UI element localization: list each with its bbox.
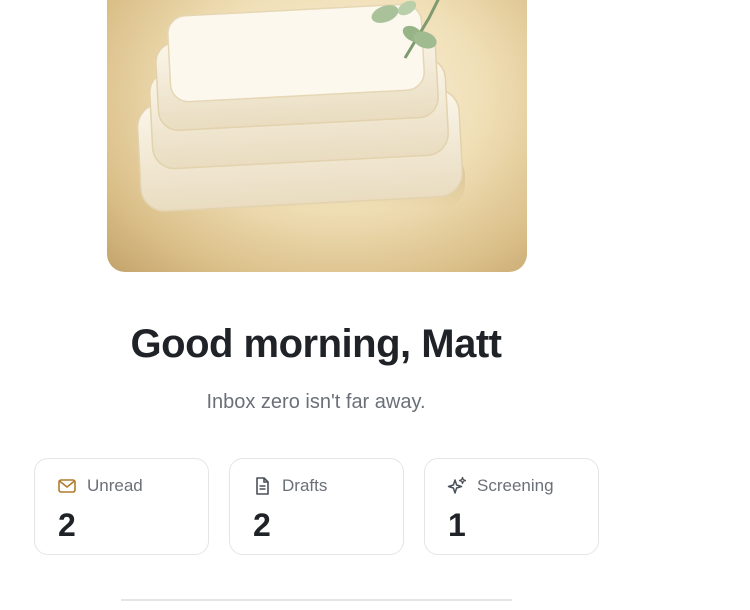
stat-card-drafts[interactable]: Drafts 2 (229, 458, 404, 555)
greeting-subtitle: Inbox zero isn't far away. (206, 391, 426, 413)
stat-count: 2 (253, 507, 271, 543)
stat-card-screening[interactable]: Screening 1 (424, 458, 599, 555)
hero-illustration (107, 0, 527, 272)
document-icon (252, 476, 272, 496)
stat-count: 1 (448, 507, 466, 543)
stat-label: Screening (477, 476, 554, 495)
stat-card-unread[interactable]: Unread 2 (34, 458, 209, 555)
sparkles-icon (447, 476, 467, 496)
stat-label: Unread (87, 476, 143, 495)
mail-icon (57, 476, 77, 496)
stat-count: 2 (58, 507, 76, 543)
stat-label: Drafts (282, 476, 328, 495)
greeting-title: Good morning, Matt (130, 322, 502, 366)
divider (121, 599, 512, 601)
